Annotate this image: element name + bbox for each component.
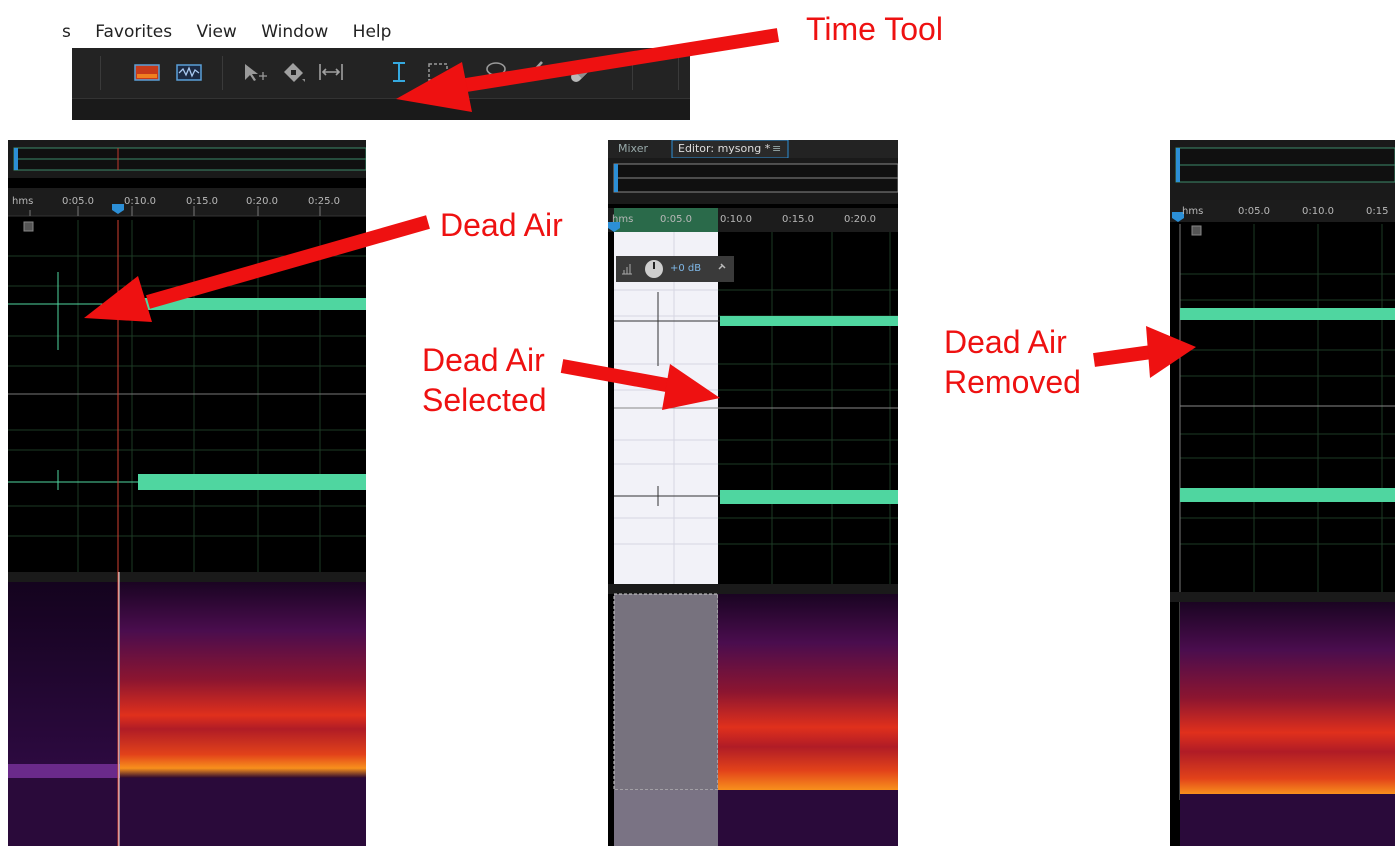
annotation-dead-air-selected-line1: Dead Air [422, 342, 545, 378]
annotation-dead-air: Dead Air [440, 207, 563, 243]
annotation-dead-air-removed-line1: Dead Air [944, 324, 1067, 360]
annotation-time-tool: Time Tool [806, 11, 943, 47]
annotation-arrows [84, 28, 1196, 410]
arrow-dead-air-selected [662, 364, 720, 410]
annotation-dead-air-removed-line2: Removed [944, 364, 1081, 400]
arrow-dead-air [84, 276, 152, 322]
annotation-dead-air-selected-line2: Selected [422, 382, 547, 418]
arrow-dead-air-removed [1146, 326, 1196, 378]
arrow-time-tool [396, 62, 472, 112]
